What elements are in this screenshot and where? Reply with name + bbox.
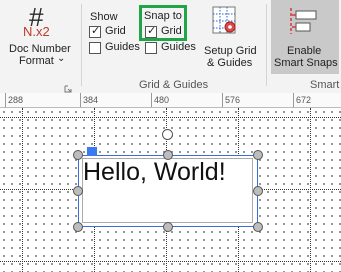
checkbox-box[interactable] bbox=[89, 42, 101, 54]
group-divider bbox=[266, 4, 267, 86]
check-icon: ✓ bbox=[91, 25, 101, 37]
ruler-label: 576 bbox=[225, 95, 241, 105]
setup-grid-label: Setup Grid bbox=[204, 45, 257, 57]
resize-handle-bottom[interactable] bbox=[163, 222, 173, 232]
resize-handle-top[interactable] bbox=[163, 150, 173, 160]
grid-line bbox=[310, 108, 311, 272]
ruler-label: 480 bbox=[154, 95, 170, 105]
ruler-tick bbox=[293, 93, 294, 107]
ruler-tick bbox=[5, 93, 6, 107]
show-section-title: Show bbox=[90, 11, 118, 23]
smart-snaps-label: Smart Snaps bbox=[274, 57, 338, 69]
ruler-tick bbox=[222, 93, 223, 107]
grid-line bbox=[22, 108, 23, 272]
ruler-tick bbox=[151, 93, 152, 107]
show-grid-label: Grid bbox=[105, 25, 126, 37]
group-divider bbox=[81, 4, 82, 86]
checkbox-box[interactable]: ✓ bbox=[89, 25, 101, 38]
show-guides-label: Guides bbox=[105, 41, 140, 53]
snap-to-section-title: Snap to bbox=[144, 10, 182, 22]
setup-guides-label: & Guides bbox=[207, 57, 253, 69]
resize-handle-bottom-right[interactable] bbox=[253, 222, 263, 232]
resize-handle-top-right[interactable] bbox=[253, 150, 263, 160]
chevron-down-icon: ⌄ bbox=[57, 53, 66, 64]
check-icon: ✓ bbox=[147, 25, 157, 37]
resize-handle-left[interactable] bbox=[73, 186, 83, 196]
resize-handle-right[interactable] bbox=[253, 186, 263, 196]
resize-handle-bottom-left[interactable] bbox=[73, 222, 83, 232]
number-format-sample: N.x2 bbox=[23, 24, 50, 39]
horizontal-ruler: 288 384 480 576 672 bbox=[0, 93, 341, 108]
ruler-label: 288 bbox=[8, 95, 24, 105]
dialog-launcher-icon[interactable] bbox=[64, 80, 72, 93]
resize-handle-top-left[interactable] bbox=[73, 150, 83, 160]
enable-label: Enable bbox=[287, 45, 322, 57]
grid-line bbox=[0, 117, 341, 118]
group-label-grid-guides: Grid & Guides bbox=[139, 79, 209, 91]
smart-snaps-icon bbox=[290, 8, 317, 34]
snap-grid-label: Grid bbox=[161, 25, 182, 37]
checkbox-box[interactable] bbox=[145, 42, 157, 54]
enable-smart-snaps-button[interactable]: Enable Smart Snaps bbox=[271, 0, 339, 74]
ruler-tick bbox=[80, 93, 81, 107]
grid-settings-icon bbox=[212, 6, 236, 34]
ribbon: # N.x2 Doc Number Format ⌄ Show ✓ Grid G… bbox=[0, 0, 341, 94]
ruler-label: 672 bbox=[296, 95, 312, 105]
grid-line bbox=[0, 261, 341, 262]
anchor-point[interactable] bbox=[87, 147, 97, 156]
ruler-label: 384 bbox=[83, 95, 99, 105]
rotate-handle[interactable] bbox=[162, 129, 173, 140]
snap-guides-label: Guides bbox=[161, 41, 196, 53]
checkbox-box[interactable]: ✓ bbox=[145, 25, 157, 38]
format-label: Format bbox=[19, 55, 54, 67]
text-box-content[interactable]: Hello, World! bbox=[83, 158, 226, 187]
group-label-smart: Smart bbox=[310, 79, 340, 91]
